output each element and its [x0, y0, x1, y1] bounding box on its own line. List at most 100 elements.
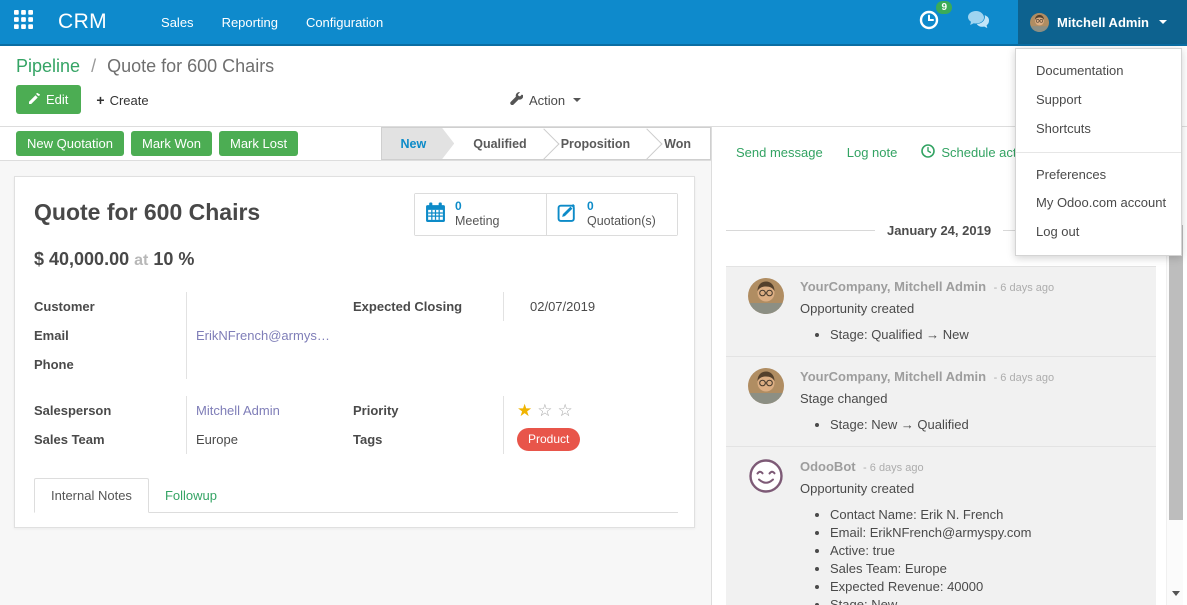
form-view: New Quotation Mark Won Mark Lost New Qua…: [0, 127, 711, 605]
control-panel: Pipeline / Quote for 600 Chairs Edit + C…: [0, 46, 1187, 127]
separator-line: [726, 230, 875, 231]
form-sheet: Quote for 600 Chairs 0 Meeting: [14, 176, 695, 528]
menu-item-preferences[interactable]: Preferences: [1016, 161, 1181, 190]
top-navbar: CRM Sales Reporting Configuration 9: [0, 0, 1187, 46]
email-value[interactable]: ErikNFrench@armys…: [186, 321, 353, 350]
new-quotation-button[interactable]: New Quotation: [16, 131, 124, 156]
priority-label: Priority: [353, 396, 503, 425]
meeting-count: 0: [455, 199, 499, 214]
star-filled-icon[interactable]: [517, 402, 532, 419]
customer-value[interactable]: [186, 292, 353, 321]
revenue-connector: at: [134, 252, 148, 269]
star-empty-icon[interactable]: [537, 402, 552, 419]
scrollbar-thumb[interactable]: [1169, 225, 1183, 520]
spacer-cell: [353, 350, 503, 379]
revenue-amount: $ 40,000.00: [34, 249, 129, 269]
field-group-contact: Customer Expected Closing 02/07/2019 Ema…: [34, 292, 678, 379]
wrench-icon: [510, 92, 523, 108]
send-message-link[interactable]: Send message: [736, 145, 823, 160]
spacer-cell: [503, 350, 678, 379]
tracking-values: Contact Name: Erik N. French Email: Erik…: [830, 507, 1142, 605]
quotation-count: 0: [587, 199, 656, 214]
expected-closing-value[interactable]: 02/07/2019: [503, 292, 678, 321]
content-area: New Quotation Mark Won Mark Lost New Qua…: [0, 127, 1187, 605]
messages-button[interactable]: [967, 10, 990, 34]
message-author[interactable]: YourCompany, Mitchell Admin: [800, 279, 986, 294]
create-button[interactable]: + Create: [96, 92, 148, 108]
edit-button-label: Edit: [46, 92, 68, 107]
form-statusbar: New Quotation Mark Won Mark Lost New Qua…: [0, 127, 711, 161]
phone-value[interactable]: [186, 350, 353, 379]
menu-item-my-odoo-account[interactable]: My Odoo.com account: [1016, 189, 1181, 218]
spacer-cell: [353, 321, 503, 350]
tracking-item: Active: true: [830, 543, 1142, 558]
stage-pipeline: New Qualified Proposition Won: [381, 127, 711, 160]
tracking-item: Sales Team: Europe: [830, 561, 1142, 576]
action-menu-label: Action: [529, 93, 565, 108]
email-label: Email: [34, 321, 186, 350]
activity-count-badge: 9: [936, 1, 952, 14]
author-avatar[interactable]: [748, 278, 784, 314]
mark-won-button[interactable]: Mark Won: [131, 131, 212, 156]
meeting-label: Meeting: [455, 214, 499, 230]
form-toolbar: Edit + Create Action: [16, 85, 1171, 114]
field-group-sales: Salesperson Mitchell Admin Priority Sale…: [34, 396, 678, 454]
tracking-item: Stage: New → Qualified: [830, 417, 1142, 432]
log-note-link[interactable]: Log note: [847, 145, 898, 160]
activity-clock-icon: [919, 10, 939, 35]
statusbar-buttons: New Quotation Mark Won Mark Lost: [16, 131, 298, 156]
stage-new[interactable]: New: [382, 128, 455, 159]
stat-button-box: 0 Meeting 0 Quotation(s): [414, 193, 678, 236]
message-timestamp: - 6 days ago: [994, 372, 1055, 384]
menu-configuration[interactable]: Configuration: [304, 11, 385, 34]
tag-product: Product: [517, 428, 580, 451]
salesperson-label: Salesperson: [34, 396, 186, 425]
breadcrumb-current: Quote for 600 Chairs: [107, 56, 274, 76]
user-name: Mitchell Admin: [1057, 15, 1149, 30]
notebook-tabs: Internal Notes Followup: [34, 478, 678, 513]
apps-menu-button[interactable]: [0, 0, 46, 44]
chat-bubbles-icon: [967, 10, 990, 34]
tags-value: Product: [503, 425, 678, 454]
menu-item-documentation[interactable]: Documentation: [1016, 57, 1181, 86]
edit-button[interactable]: Edit: [16, 85, 81, 114]
message-thread: YourCompany, Mitchell Admin - 6 days ago…: [712, 266, 1166, 605]
main-menu: Sales Reporting Configuration: [159, 11, 385, 34]
scrollbar-down-arrow-icon[interactable]: [1172, 591, 1180, 596]
user-menu-toggle[interactable]: Mitchell Admin: [1018, 0, 1187, 44]
tab-internal-notes[interactable]: Internal Notes: [34, 478, 149, 513]
menu-item-shortcuts[interactable]: Shortcuts: [1016, 115, 1181, 144]
star-empty-icon[interactable]: [558, 402, 573, 419]
sales-team-value[interactable]: Europe: [186, 425, 353, 454]
tab-followup[interactable]: Followup: [149, 479, 233, 512]
odoobot-avatar[interactable]: [748, 458, 784, 494]
menu-reporting[interactable]: Reporting: [220, 11, 280, 34]
message-author[interactable]: OdooBot: [800, 459, 856, 474]
message-author[interactable]: YourCompany, Mitchell Admin: [800, 369, 986, 384]
author-avatar[interactable]: [748, 368, 784, 404]
mark-lost-button[interactable]: Mark Lost: [219, 131, 298, 156]
opportunity-title: Quote for 600 Chairs: [34, 199, 260, 226]
salesperson-value[interactable]: Mitchell Admin: [186, 396, 353, 425]
breadcrumb-separator: /: [91, 56, 96, 76]
menu-item-log-out[interactable]: Log out: [1016, 218, 1181, 247]
breadcrumb-pipeline[interactable]: Pipeline: [16, 56, 80, 76]
revenue-probability: 10 %: [153, 249, 194, 269]
message-timestamp: - 6 days ago: [994, 282, 1055, 294]
menu-item-support[interactable]: Support: [1016, 86, 1181, 115]
quotations-stat-button[interactable]: 0 Quotation(s): [546, 194, 677, 235]
chevron-down-icon: [573, 98, 581, 102]
message-body: Opportunity created: [800, 481, 1142, 496]
menu-sales[interactable]: Sales: [159, 11, 196, 34]
user-dropdown-menu: Documentation Support Shortcuts Preferen…: [1015, 48, 1182, 256]
clock-icon: [921, 144, 935, 161]
meeting-stat-button[interactable]: 0 Meeting: [415, 194, 546, 235]
spacer-cell: [503, 321, 678, 350]
user-avatar: [1030, 13, 1049, 32]
activities-button[interactable]: 9: [919, 10, 939, 35]
sales-team-label: Sales Team: [34, 425, 186, 454]
tracking-item: Stage: New: [830, 597, 1142, 605]
message-item: YourCompany, Mitchell Admin - 6 days ago…: [726, 266, 1156, 357]
action-menu-button[interactable]: Action: [510, 92, 581, 108]
app-brand[interactable]: CRM: [58, 10, 107, 34]
